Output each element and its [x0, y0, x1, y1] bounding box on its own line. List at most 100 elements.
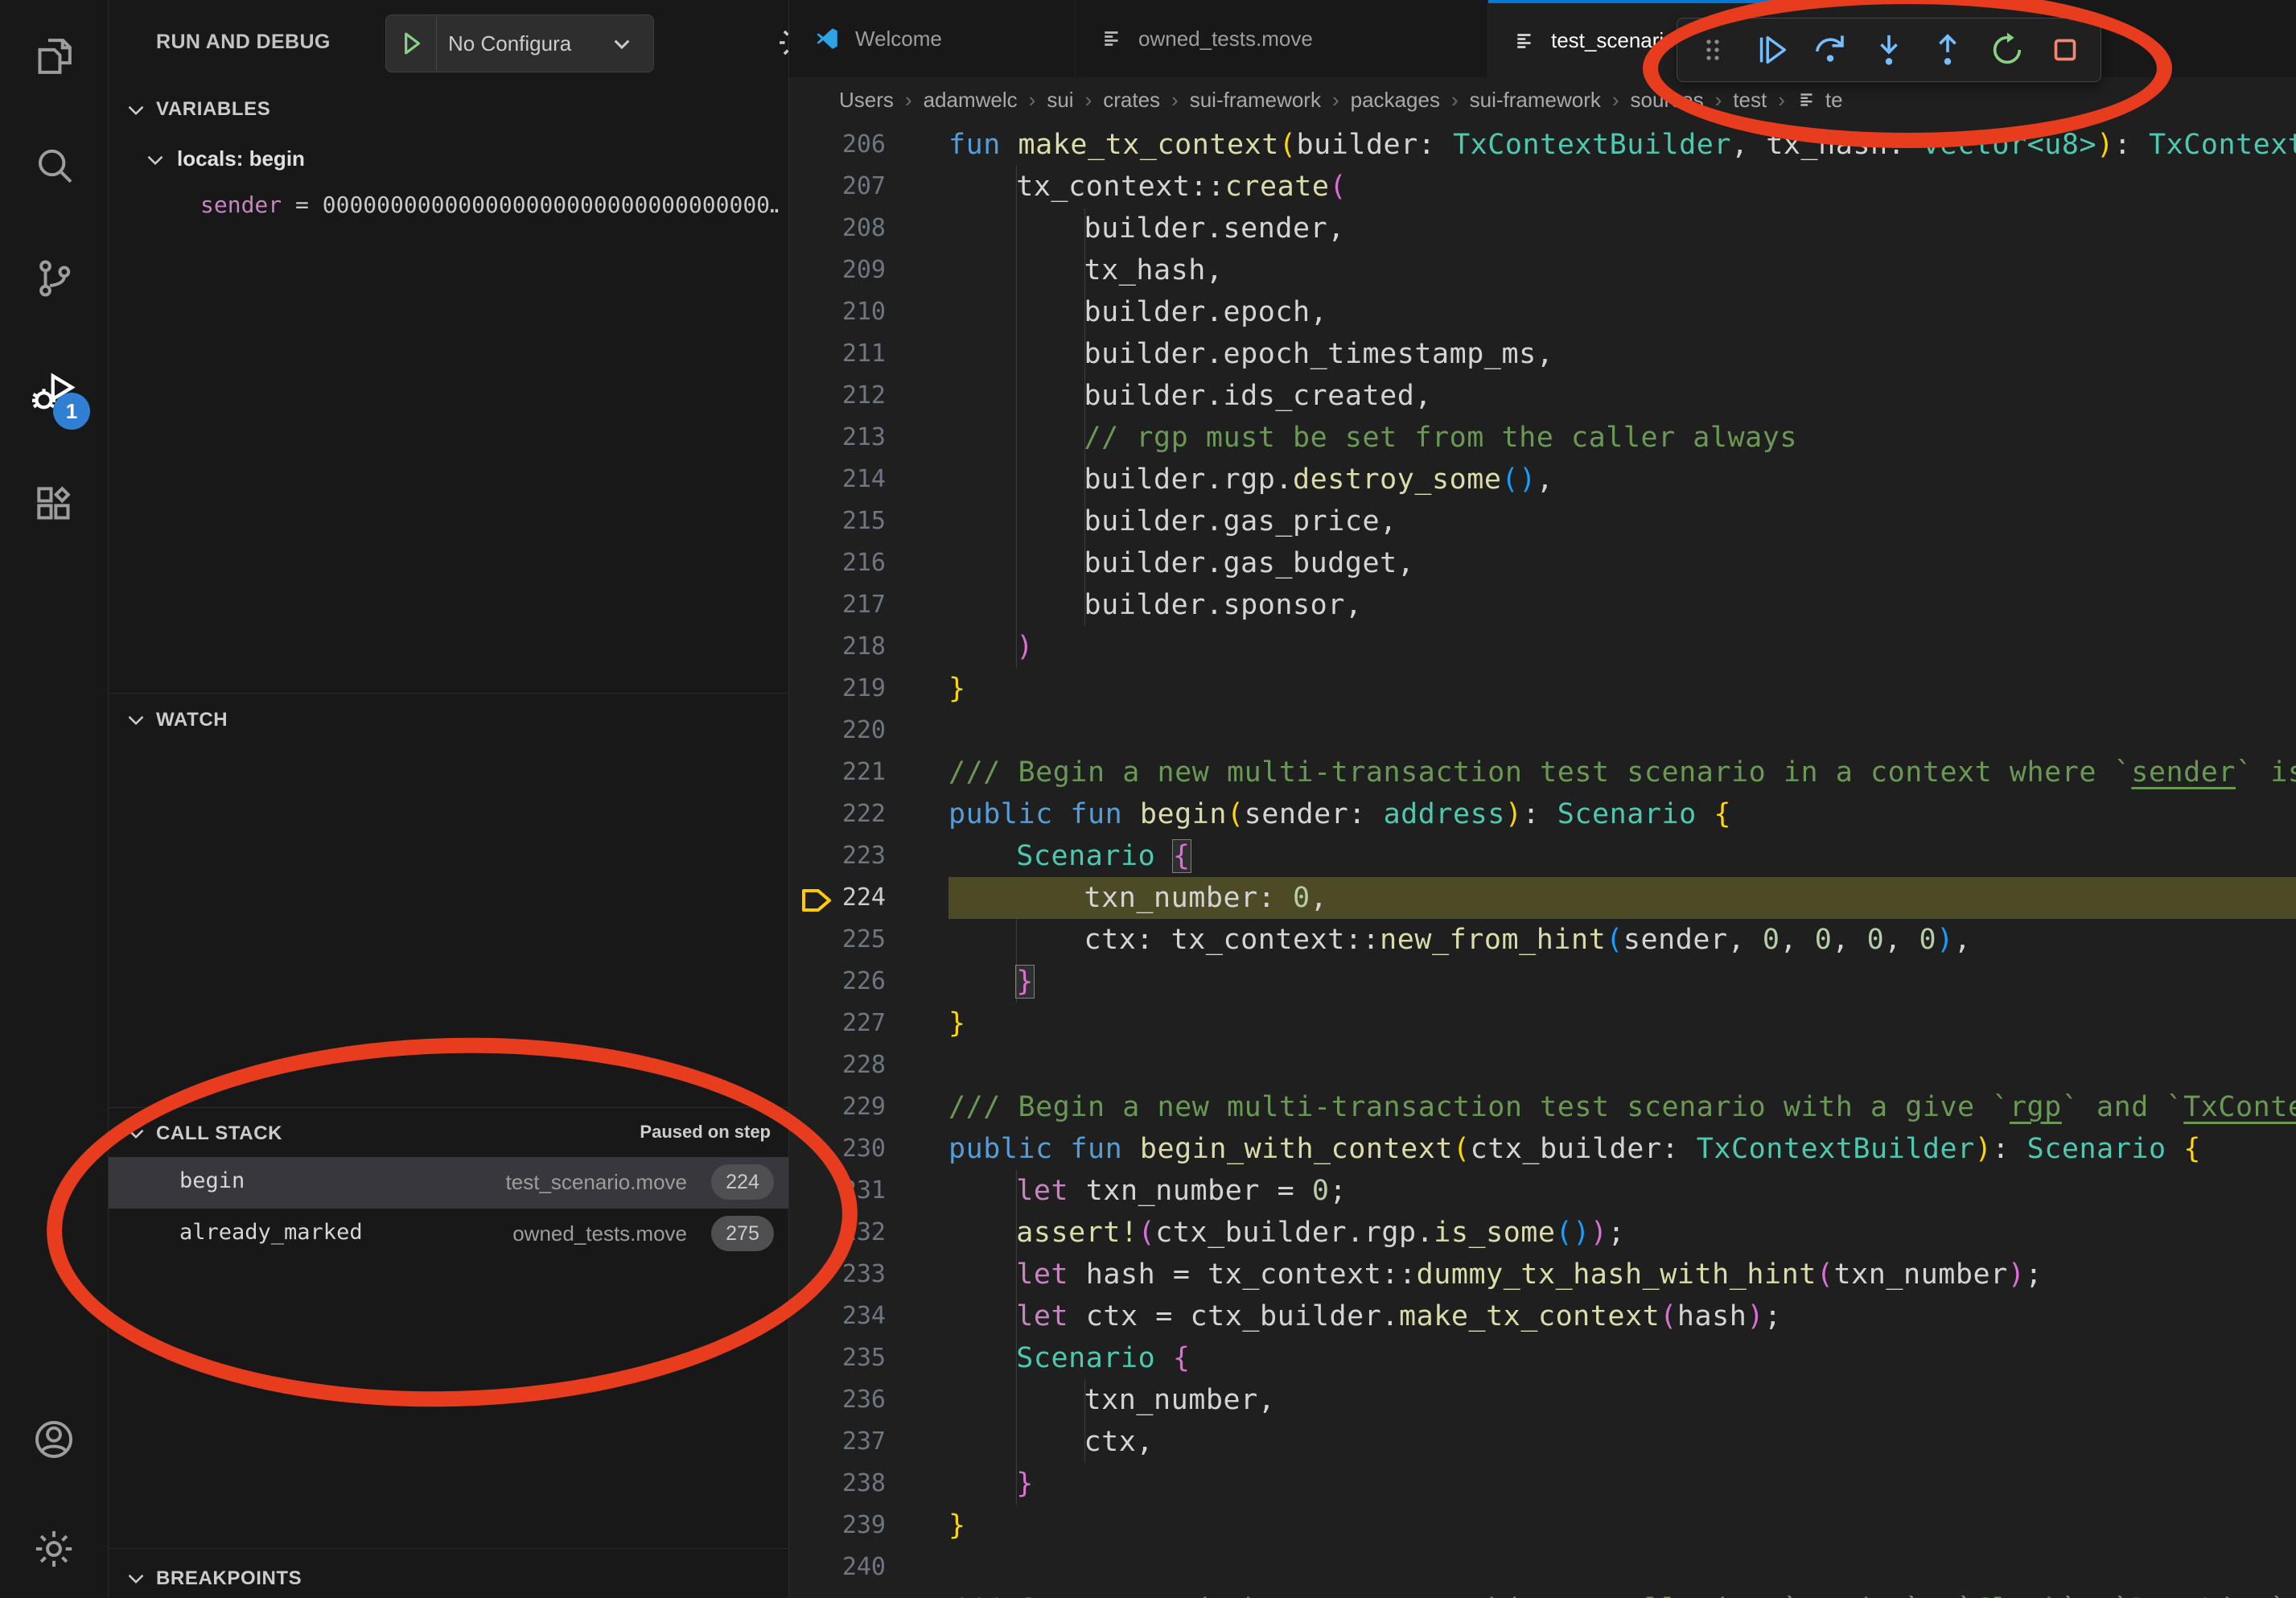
section-breakpoints[interactable]: BREAKPOINTS [156, 1567, 302, 1590]
line-number[interactable]: 217 [797, 584, 886, 626]
call-stack-frame[interactable]: begin test_scenario.move 224 [109, 1157, 788, 1209]
extensions-icon[interactable] [0, 462, 108, 546]
code-line[interactable]: 206fun make_tx_context(builder: TxContex… [789, 124, 2296, 166]
tab-welcome[interactable]: Welcome [789, 0, 1076, 77]
line-number[interactable]: 221 [797, 752, 886, 793]
chevron-down-icon[interactable] [122, 706, 150, 734]
code-line[interactable]: 215builder.gas_price, [789, 500, 2296, 542]
code-line[interactable]: 209tx_hash, [789, 249, 2296, 291]
code-line[interactable]: 232assert!(ctx_builder.rgp.is_some()); [789, 1212, 2296, 1254]
chevron-down-icon[interactable] [142, 146, 169, 174]
continue-button[interactable] [1748, 27, 1795, 73]
code-line[interactable]: 222public fun begin(sender: address): Sc… [789, 793, 2296, 835]
section-call-stack[interactable]: CALL STACK [156, 1122, 282, 1145]
line-number[interactable]: 225 [797, 919, 886, 961]
line-number[interactable]: 232 [797, 1212, 886, 1254]
breadcrumb-item[interactable]: sui-framework [1190, 88, 1321, 113]
code-line[interactable]: 227} [789, 1003, 2296, 1044]
chevron-down-icon[interactable] [122, 97, 150, 124]
breadcrumb-item[interactable]: adamwelc [924, 88, 1018, 113]
code-line[interactable]: 220 [789, 710, 2296, 752]
code-line[interactable]: 240 [789, 1547, 2296, 1588]
line-number[interactable]: 231 [797, 1170, 886, 1212]
account-icon[interactable] [0, 1398, 108, 1481]
code-line[interactable]: 225ctx: tx_context::new_from_hint(sender… [789, 919, 2296, 961]
code-line[interactable]: 211builder.epoch_timestamp_ms, [789, 333, 2296, 375]
breadcrumb-item[interactable]: Users [839, 88, 894, 113]
line-number[interactable]: 222 [797, 793, 886, 835]
section-variables[interactable]: VARIABLES [156, 98, 270, 121]
code-line[interactable]: 214builder.rgp.destroy_some(), [789, 459, 2296, 500]
code-line[interactable]: 221/// Begin a new multi-transaction tes… [789, 752, 2296, 793]
line-number[interactable]: 235 [797, 1337, 886, 1379]
line-number[interactable]: 216 [797, 542, 886, 584]
line-number[interactable]: 237 [797, 1421, 886, 1463]
breadcrumb-item[interactable]: sui-framework [1470, 88, 1601, 113]
code-line[interactable]: 212builder.ids_created, [789, 375, 2296, 417]
breadcrumb-item[interactable]: sources [1631, 88, 1704, 113]
line-number[interactable]: 233 [797, 1254, 886, 1295]
line-number[interactable]: 239 [797, 1505, 886, 1547]
line-number[interactable]: 220 [797, 710, 886, 752]
line-number[interactable]: 218 [797, 626, 886, 668]
line-number[interactable]: 212 [797, 375, 886, 417]
section-watch[interactable]: WATCH [156, 709, 228, 731]
code-line[interactable]: 226} [789, 961, 2296, 1003]
code-line[interactable]: 228 [789, 1044, 2296, 1086]
line-number[interactable]: 226 [797, 961, 886, 1003]
restart-button[interactable] [1983, 27, 2030, 73]
line-number[interactable]: 209 [797, 249, 886, 291]
code-line[interactable]: 238} [789, 1463, 2296, 1505]
line-number[interactable]: 213 [797, 417, 886, 459]
breadcrumb-item[interactable]: test [1733, 88, 1767, 113]
stop-button[interactable] [2042, 27, 2088, 73]
settings-gear-icon[interactable] [0, 1507, 108, 1591]
code-line[interactable]: 223Scenario { [789, 835, 2296, 877]
line-number[interactable]: 224 [797, 877, 886, 919]
code-line[interactable]: 213// rgp must be set from the caller al… [789, 417, 2296, 459]
code-line[interactable]: 234let ctx = ctx_builder.make_tx_context… [789, 1295, 2296, 1337]
debug-config-dropdown[interactable]: No Configura [385, 14, 654, 72]
line-number[interactable]: 229 [797, 1086, 886, 1128]
line-number[interactable]: 234 [797, 1295, 886, 1337]
code-line[interactable]: 208builder.sender, [789, 208, 2296, 249]
code-line[interactable]: 231let txn_number = 0; [789, 1170, 2296, 1212]
step-into-button[interactable] [1866, 27, 1912, 73]
line-number[interactable]: 223 [797, 835, 886, 877]
code-line[interactable]: 233let hash = tx_context::dummy_tx_hash_… [789, 1254, 2296, 1295]
breadcrumb[interactable]: Users›adamwelc›sui›crates›sui-framework›… [789, 77, 2296, 122]
line-number[interactable]: 214 [797, 459, 886, 500]
call-stack-frame[interactable]: already_marked owned_tests.move 275 [109, 1209, 788, 1260]
variable-row[interactable]: sender = 0000000000000000000000000000000… [200, 192, 780, 229]
code-line[interactable]: 218) [789, 626, 2296, 668]
line-number[interactable]: 211 [797, 333, 886, 375]
line-number[interactable]: 215 [797, 500, 886, 542]
code-line[interactable]: 224txn_number: 0, [789, 877, 2296, 919]
chevron-down-icon[interactable] [122, 1120, 150, 1147]
step-out-button[interactable] [1924, 27, 1971, 73]
line-number[interactable]: 219 [797, 668, 886, 710]
run-and-debug-icon[interactable] [0, 349, 108, 433]
code-line[interactable]: 229/// Begin a new multi-transaction tes… [789, 1086, 2296, 1128]
drag-handle-icon[interactable] [1689, 27, 1736, 73]
chevron-down-icon[interactable] [122, 1565, 150, 1592]
line-number[interactable]: 228 [797, 1044, 886, 1086]
code-line[interactable]: 239} [789, 1505, 2296, 1547]
line-number[interactable]: 238 [797, 1463, 886, 1505]
code-line[interactable]: 210builder.epoch, [789, 291, 2296, 333]
tab-owned-tests[interactable]: owned_tests.move [1076, 0, 1488, 77]
line-number[interactable]: 227 [797, 1003, 886, 1044]
code-line[interactable]: 241/// Creates and shares system objects… [789, 1588, 2296, 1598]
start-debug-icon[interactable] [386, 16, 437, 71]
step-over-button[interactable] [1807, 27, 1854, 73]
code-line[interactable]: 219} [789, 668, 2296, 710]
code-line[interactable]: 216builder.gas_budget, [789, 542, 2296, 584]
code-line[interactable]: 207tx_context::create( [789, 166, 2296, 208]
line-number[interactable]: 208 [797, 208, 886, 249]
code-line[interactable]: 237ctx, [789, 1421, 2296, 1463]
search-icon[interactable] [0, 124, 108, 208]
code-line[interactable]: 230public fun begin_with_context(ctx_bui… [789, 1128, 2296, 1170]
gear-icon[interactable] [775, 22, 789, 64]
line-number[interactable]: 240 [797, 1547, 886, 1588]
breadcrumb-item[interactable]: crates [1103, 88, 1160, 113]
